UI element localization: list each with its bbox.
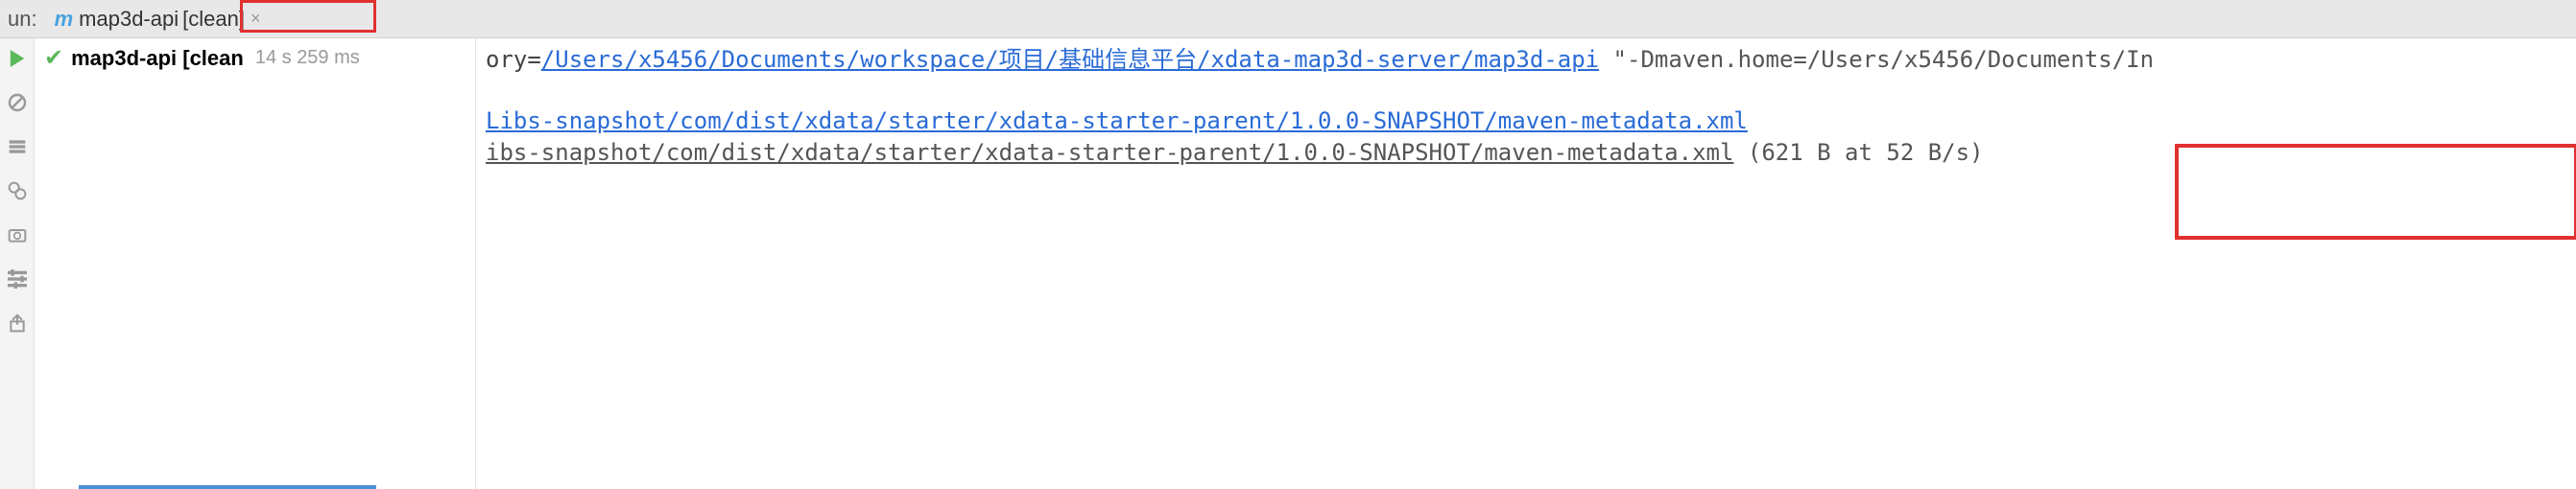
left-gutter	[0, 38, 35, 489]
layers-icon[interactable]	[5, 178, 30, 203]
tree-row[interactable]: ✔ map3d-api [clean 14 s 259 ms	[44, 44, 465, 72]
console-link-path[interactable]: /Users/x5456/Documents/workspace/项目/基础信息…	[541, 46, 1599, 73]
check-icon: ✔	[44, 44, 63, 72]
tree-duration: 14 s 259 ms	[255, 47, 360, 69]
tab-bar: un: m map3d-api [clean] ×	[0, 0, 2576, 38]
history-icon[interactable]	[5, 134, 30, 159]
run-tab[interactable]: m map3d-api [clean] ×	[47, 3, 269, 35]
console-text-metadata-2: ibs-snapshot/com/dist/xdata/starter/xdat…	[486, 139, 1733, 166]
tab-underline	[79, 485, 376, 489]
run-tree-panel: ✔ map3d-api [clean 14 s 259 ms	[35, 38, 476, 489]
console-link-metadata-1[interactable]: Libs-snapshot/com/dist/xdata/starter/xda…	[486, 107, 1748, 134]
close-icon[interactable]: ×	[250, 9, 261, 29]
settings-icon[interactable]	[5, 267, 30, 291]
console-output[interactable]: ory=/Users/x5456/Documents/workspace/项目/…	[476, 38, 2576, 489]
main-area: ✔ map3d-api [clean 14 s 259 ms ory=/User…	[0, 38, 2576, 489]
console-text-size: (621 B at 52 B/s)	[1733, 139, 1983, 166]
tab-label-prefix: map3d-api	[79, 7, 179, 32]
screenshot-icon[interactable]	[5, 222, 30, 247]
console-line-3: ibs-snapshot/com/dist/xdata/starter/xdat…	[486, 137, 2566, 170]
maven-icon: m	[55, 7, 74, 32]
tab-label-suffix: [clean]	[182, 7, 245, 32]
console-text: "-Dmaven.home=/Users/x5456/Documents/In	[1599, 46, 2154, 73]
play-icon[interactable]	[5, 46, 30, 71]
stop-icon[interactable]	[5, 90, 30, 115]
run-label: un:	[8, 7, 37, 32]
export-icon[interactable]	[5, 311, 30, 336]
console-line-1: ory=/Users/x5456/Documents/workspace/项目/…	[486, 44, 2566, 77]
console-line-2: Libs-snapshot/com/dist/xdata/starter/xda…	[486, 105, 2566, 138]
tree-label: map3d-api [clean	[71, 46, 244, 71]
console-text: ory=	[486, 46, 541, 73]
